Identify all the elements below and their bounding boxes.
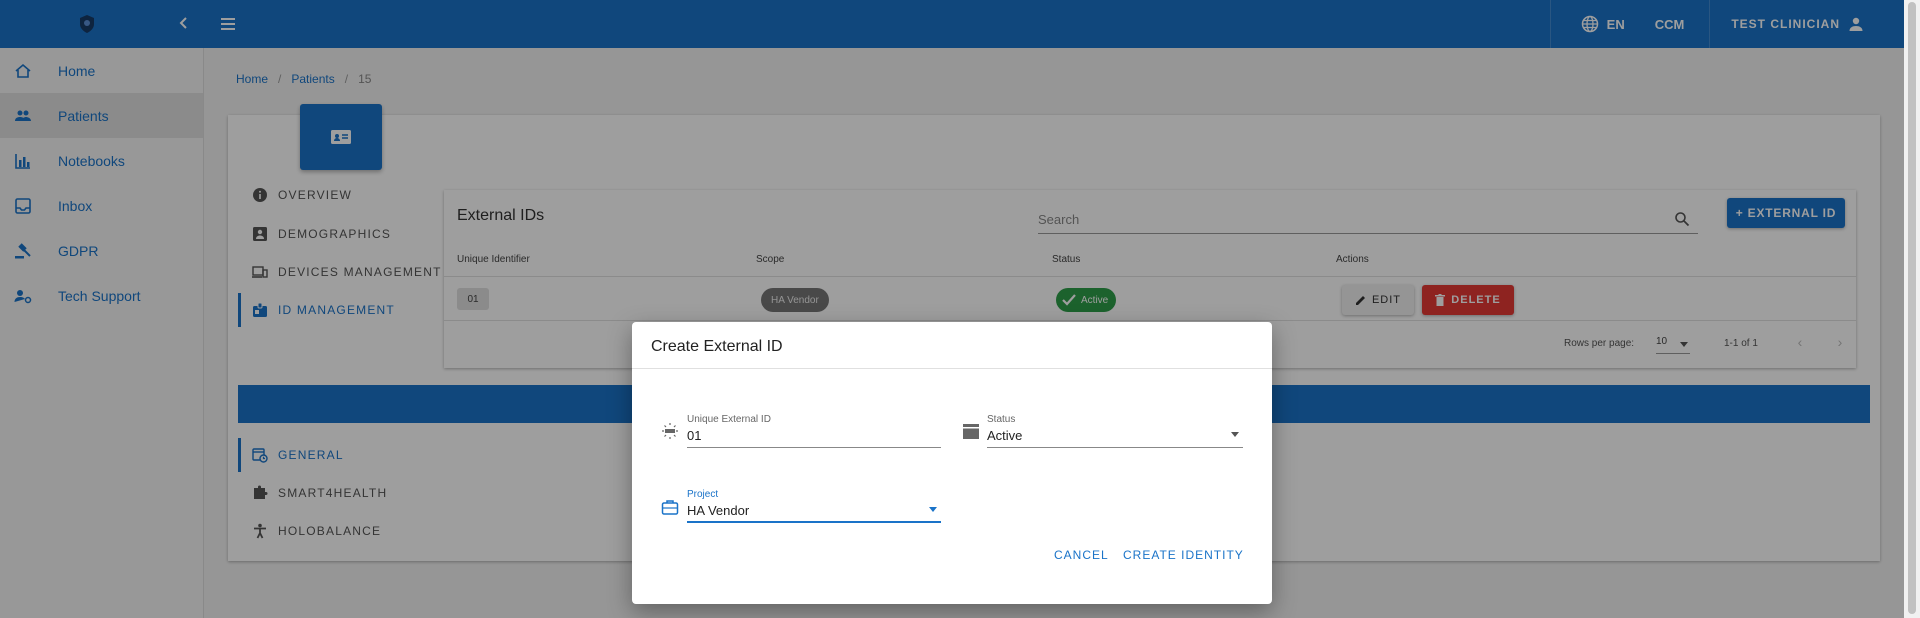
field-value[interactable]: 01 bbox=[687, 428, 941, 448]
caret-down-icon bbox=[1231, 432, 1239, 437]
cancel-button[interactable]: CANCEL bbox=[1054, 548, 1109, 562]
project-select[interactable]: Project HA Vendor bbox=[687, 489, 941, 523]
field-label: Project bbox=[687, 489, 719, 500]
field-label: Status bbox=[987, 414, 1016, 425]
id-sparkle-icon bbox=[662, 423, 678, 439]
dialog-divider bbox=[632, 368, 1272, 369]
caret-down-icon bbox=[929, 507, 937, 512]
unique-external-id-field[interactable]: Unique External ID 01 bbox=[687, 414, 941, 448]
calendar-icon bbox=[963, 424, 979, 439]
briefcase-icon bbox=[661, 500, 679, 515]
field-value: Active bbox=[987, 428, 1243, 448]
status-select[interactable]: Status Active bbox=[987, 414, 1243, 448]
field-value: HA Vendor bbox=[687, 503, 941, 523]
scrollbar[interactable] bbox=[1904, 0, 1920, 618]
scrollbar-thumb[interactable] bbox=[1908, 2, 1916, 614]
create-identity-button[interactable]: CREATE IDENTITY bbox=[1123, 548, 1244, 562]
field-label: Unique External ID bbox=[687, 414, 771, 425]
dialog-title: Create External ID bbox=[651, 338, 783, 355]
create-external-id-dialog: Create External ID Unique External ID 01… bbox=[632, 322, 1272, 604]
